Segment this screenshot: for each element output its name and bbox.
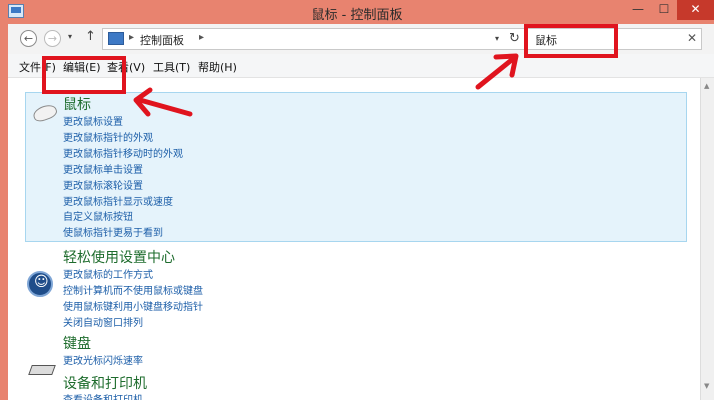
control-panel-window: 鼠标 - 控制面板 — ☐ ✕ ← → ▾ ↑ ▸ 控制面板 ▸ ▾ ↻ 鼠标 … xyxy=(0,0,714,400)
menu-tools[interactable]: 工具(T) xyxy=(153,59,190,75)
search-highlight-box xyxy=(524,24,618,58)
result-link[interactable]: 更改鼠标指针的外观 xyxy=(63,129,153,144)
minimize-button[interactable]: — xyxy=(625,0,651,20)
close-button[interactable]: ✕ xyxy=(677,0,714,20)
result-link[interactable]: 关闭自动窗口排列 xyxy=(63,314,143,329)
result-title-ease-of-access[interactable]: 轻松使用设置中心 xyxy=(63,247,175,267)
ease-of-access-icon xyxy=(27,271,53,297)
result-link[interactable]: 使鼠标指针更易于看到 xyxy=(63,224,163,239)
result-link[interactable]: 使用鼠标键利用小键盘移动指针 xyxy=(63,298,203,313)
address-dropdown-chevron-down-icon[interactable]: ▾ xyxy=(495,34,499,43)
result-link[interactable]: 更改光标闪烁速率 xyxy=(63,352,143,367)
result-link[interactable]: 查看设备和打印机 xyxy=(63,391,143,400)
maximize-button[interactable]: ☐ xyxy=(651,0,677,20)
window-title: 鼠标 - 控制面板 xyxy=(311,8,403,23)
search-results: 鼠标 更改鼠标设置 更改鼠标指针的外观 更改鼠标指针移动时的外观 更改鼠标单击设… xyxy=(8,78,714,400)
result-link[interactable]: 更改鼠标设置 xyxy=(63,113,123,128)
breadcrumb-control-panel[interactable]: 控制面板 xyxy=(140,32,184,48)
recent-locations-chevron-down-icon[interactable]: ▾ xyxy=(68,32,72,41)
up-button[interactable]: ↑ xyxy=(85,29,96,44)
breadcrumb-separator[interactable]: ▸ xyxy=(129,32,134,43)
clear-search-icon[interactable]: ✕ xyxy=(687,31,697,45)
result-title-devices-printers[interactable]: 设备和打印机 xyxy=(63,373,147,393)
scrollbar[interactable]: ▲ ▼ xyxy=(700,78,714,400)
title-bar: 鼠标 - 控制面板 — ☐ ✕ xyxy=(0,0,714,24)
forward-button[interactable]: → xyxy=(44,30,61,47)
result-title-mouse[interactable]: 鼠标 xyxy=(63,94,91,114)
result-title-highlight-box xyxy=(42,56,126,94)
breadcrumb-separator[interactable]: ▸ xyxy=(199,32,204,43)
result-title-keyboard[interactable]: 键盘 xyxy=(63,333,91,353)
result-link[interactable]: 控制计算机而不使用鼠标或键盘 xyxy=(63,282,203,297)
result-link[interactable]: 更改鼠标单击设置 xyxy=(63,161,143,176)
back-button[interactable]: ← xyxy=(20,30,37,47)
control-panel-icon xyxy=(108,32,124,45)
result-link[interactable]: 更改鼠标指针移动时的外观 xyxy=(63,145,183,160)
address-bar[interactable]: ▸ 控制面板 ▸ ▾ ↻ xyxy=(102,28,526,50)
scroll-down-icon[interactable]: ▼ xyxy=(704,382,709,390)
keyboard-icon xyxy=(28,365,56,375)
result-link[interactable]: 更改鼠标滚轮设置 xyxy=(63,177,143,192)
scroll-up-icon[interactable]: ▲ xyxy=(704,82,709,90)
result-link[interactable]: 更改鼠标指针显示或速度 xyxy=(63,193,173,208)
refresh-icon[interactable]: ↻ xyxy=(509,31,520,46)
result-link[interactable]: 自定义鼠标按钮 xyxy=(63,208,133,223)
menu-help[interactable]: 帮助(H) xyxy=(198,59,237,75)
result-link[interactable]: 更改鼠标的工作方式 xyxy=(63,266,153,281)
